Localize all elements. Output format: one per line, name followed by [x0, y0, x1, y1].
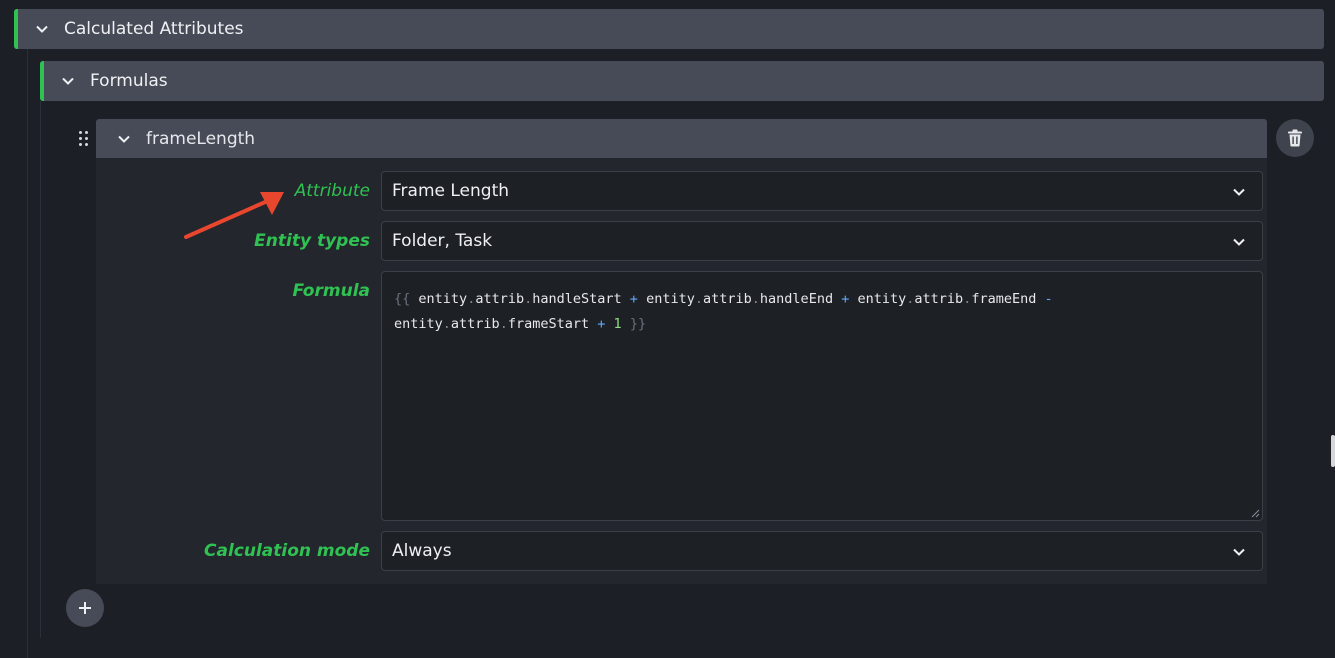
formula-token: 1 — [613, 316, 622, 332]
chevron-down-icon — [1233, 548, 1245, 556]
formula-token: attrib — [450, 316, 500, 332]
formula-token: frameEnd — [971, 291, 1037, 307]
formula-token: + — [841, 291, 850, 307]
formula-token: . — [442, 316, 451, 332]
formula-textarea[interactable]: {{ entity.attrib.handleStart + entity.at… — [381, 271, 1263, 521]
formula-token: attrib — [914, 291, 964, 307]
section-accent-bar — [40, 61, 44, 101]
formula-token: {{ — [394, 291, 411, 307]
scrollbar-thumb[interactable] — [1331, 435, 1335, 467]
formula-token: entity — [646, 291, 695, 307]
formula-token: + — [597, 316, 606, 332]
formula-line-1: {{ entity.attrib.handleStart + entity.at… — [394, 287, 1250, 312]
formula-line-2: entity.attrib.frameStart + 1 }} — [394, 312, 1250, 337]
formula-token: handleStart — [532, 291, 622, 307]
drag-handle-icon[interactable] — [76, 128, 90, 148]
add-formula-button[interactable] — [66, 589, 104, 627]
calculation-mode-label: Calculation mode — [204, 541, 370, 561]
formula-token: attrib — [475, 291, 525, 307]
red-arrow-icon — [184, 192, 284, 239]
chevron-down-icon[interactable] — [35, 22, 49, 36]
calculation-mode-select[interactable]: Always — [381, 531, 1263, 571]
chevron-down-icon — [1233, 188, 1245, 196]
formula-token: + — [629, 291, 638, 307]
attribute-label: Attribute — [294, 181, 370, 201]
formula-token: . — [694, 291, 703, 307]
formula-label: Formula — [292, 281, 370, 301]
formula-token: . — [499, 316, 508, 332]
formula-item-header[interactable]: frameLength — [96, 119, 1267, 158]
resize-handle-icon[interactable] — [1250, 508, 1260, 518]
formula-token: }} — [629, 316, 647, 332]
section-calculated-attributes[interactable]: Calculated Attributes — [14, 9, 1324, 49]
section-title: Calculated Attributes — [64, 19, 244, 39]
formula-token: entity — [418, 291, 468, 307]
formula-token: entity — [857, 291, 907, 307]
formula-token: attrib — [703, 291, 752, 307]
attribute-select-value: Frame Length — [392, 181, 510, 201]
chevron-down-icon[interactable] — [61, 74, 75, 88]
formula-token: entity — [394, 316, 443, 332]
formula-token: frameStart — [507, 316, 590, 332]
section-indent-guide — [40, 101, 41, 638]
formula-token: . — [751, 291, 760, 307]
chevron-down-icon[interactable] — [117, 132, 131, 146]
entity-types-select[interactable]: Folder, Task — [381, 221, 1263, 261]
section-title: Formulas — [90, 71, 168, 91]
formula-item-title: frameLength — [146, 128, 256, 149]
calculation-mode-select-value: Always — [392, 541, 452, 561]
plus-icon — [79, 602, 91, 614]
section-indent-guide — [27, 49, 28, 658]
trash-icon — [1288, 129, 1302, 147]
section-accent-bar — [14, 9, 18, 49]
section-formulas[interactable]: Formulas — [40, 61, 1324, 101]
formula-token: handleEnd — [759, 291, 834, 307]
entity-types-select-value: Folder, Task — [392, 231, 493, 251]
attribute-select[interactable]: Frame Length — [381, 171, 1263, 211]
formula-token: - — [1044, 291, 1053, 307]
delete-button[interactable] — [1276, 119, 1314, 157]
chevron-down-icon — [1233, 238, 1245, 246]
